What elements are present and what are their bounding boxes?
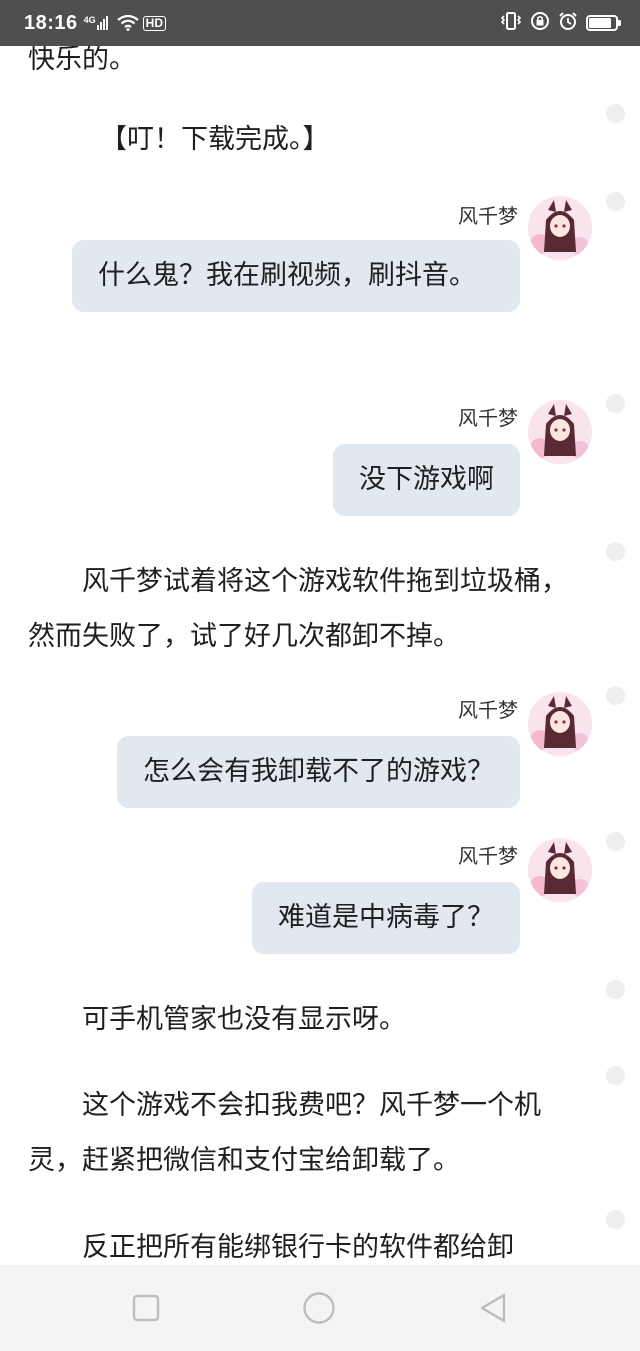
triangle-back-icon [480,1293,506,1323]
story-paragraph: 快乐的。 [28,46,136,75]
speaker-name: 风千梦 [458,406,518,430]
comment-dot[interactable] [606,686,625,705]
comment-dot[interactable] [606,192,625,211]
hd-icon: HD [142,15,167,31]
speaker-name: 风千梦 [458,698,518,722]
reader-content[interactable]: 快乐的。 【叮！下载完成。】 风千梦 什么鬼？我在刷视频，刷抖音。 风千梦 没下… [0,46,640,1265]
dialogue-text: 怎么会有我卸载不了的游戏？ [143,756,494,787]
battery-fill [589,18,611,28]
speaker-avatar[interactable] [528,400,592,464]
comment-dot[interactable] [606,980,625,999]
wifi-icon [116,15,139,31]
speaker-avatar[interactable] [528,838,592,902]
dialogue-bubble: 没下游戏啊 [333,444,520,516]
speaker-avatar[interactable] [528,196,592,260]
network-type: 4G [83,15,96,25]
status-left-icons: 4G HD [84,15,167,31]
status-time: 18:16 [24,11,78,34]
dialogue-text: 难道是中病毒了？ [278,902,494,933]
square-icon [132,1294,160,1322]
dialogue-text: 没下游戏啊 [359,464,494,495]
dialogue-bubble: 难道是中病毒了？ [252,882,520,954]
dialogue-bubble: 怎么会有我卸载不了的游戏？ [117,736,520,808]
lock-rotation-icon [530,11,550,36]
navigation-bar [0,1265,640,1351]
comment-dot[interactable] [606,832,625,851]
battery-icon [586,15,621,31]
download-notice: 【叮！下载完成。】 [100,124,330,155]
speaker-name: 风千梦 [458,204,518,228]
alarm-icon [558,11,578,36]
status-bar: 18:16 4G HD [0,0,640,46]
comment-dot[interactable] [606,542,625,561]
speaker-name: 风千梦 [458,844,518,868]
circle-icon [303,1292,335,1324]
story-paragraph: 这个游戏不会扣我费吧？风千梦一个机灵，赶紧把微信和支付宝给卸载了。 [28,1090,541,1176]
speaker-avatar[interactable] [528,692,592,756]
home-button[interactable] [302,1291,336,1325]
dialogue-text: 什么鬼？我在刷视频，刷抖音。 [98,260,476,291]
signal-icon: 4G [84,16,109,30]
dialogue-bubble: 什么鬼？我在刷视频，刷抖音。 [72,240,520,312]
vibrate-icon [500,11,522,35]
story-paragraph: 可手机管家也没有显示呀。 [82,1004,406,1035]
back-button[interactable] [476,1291,510,1325]
story-paragraph: 反正把所有能绑银行卡的软件都给卸 [82,1232,514,1263]
comment-dot[interactable] [606,1210,625,1229]
status-right-icons [500,11,621,36]
recent-apps-button[interactable] [129,1291,163,1325]
comment-dot[interactable] [606,394,625,413]
comment-dot[interactable] [606,1066,625,1085]
story-paragraph: 风千梦试着将这个游戏软件拖到垃圾桶，然而失败了，试了好几次都卸不掉。 [28,566,568,652]
